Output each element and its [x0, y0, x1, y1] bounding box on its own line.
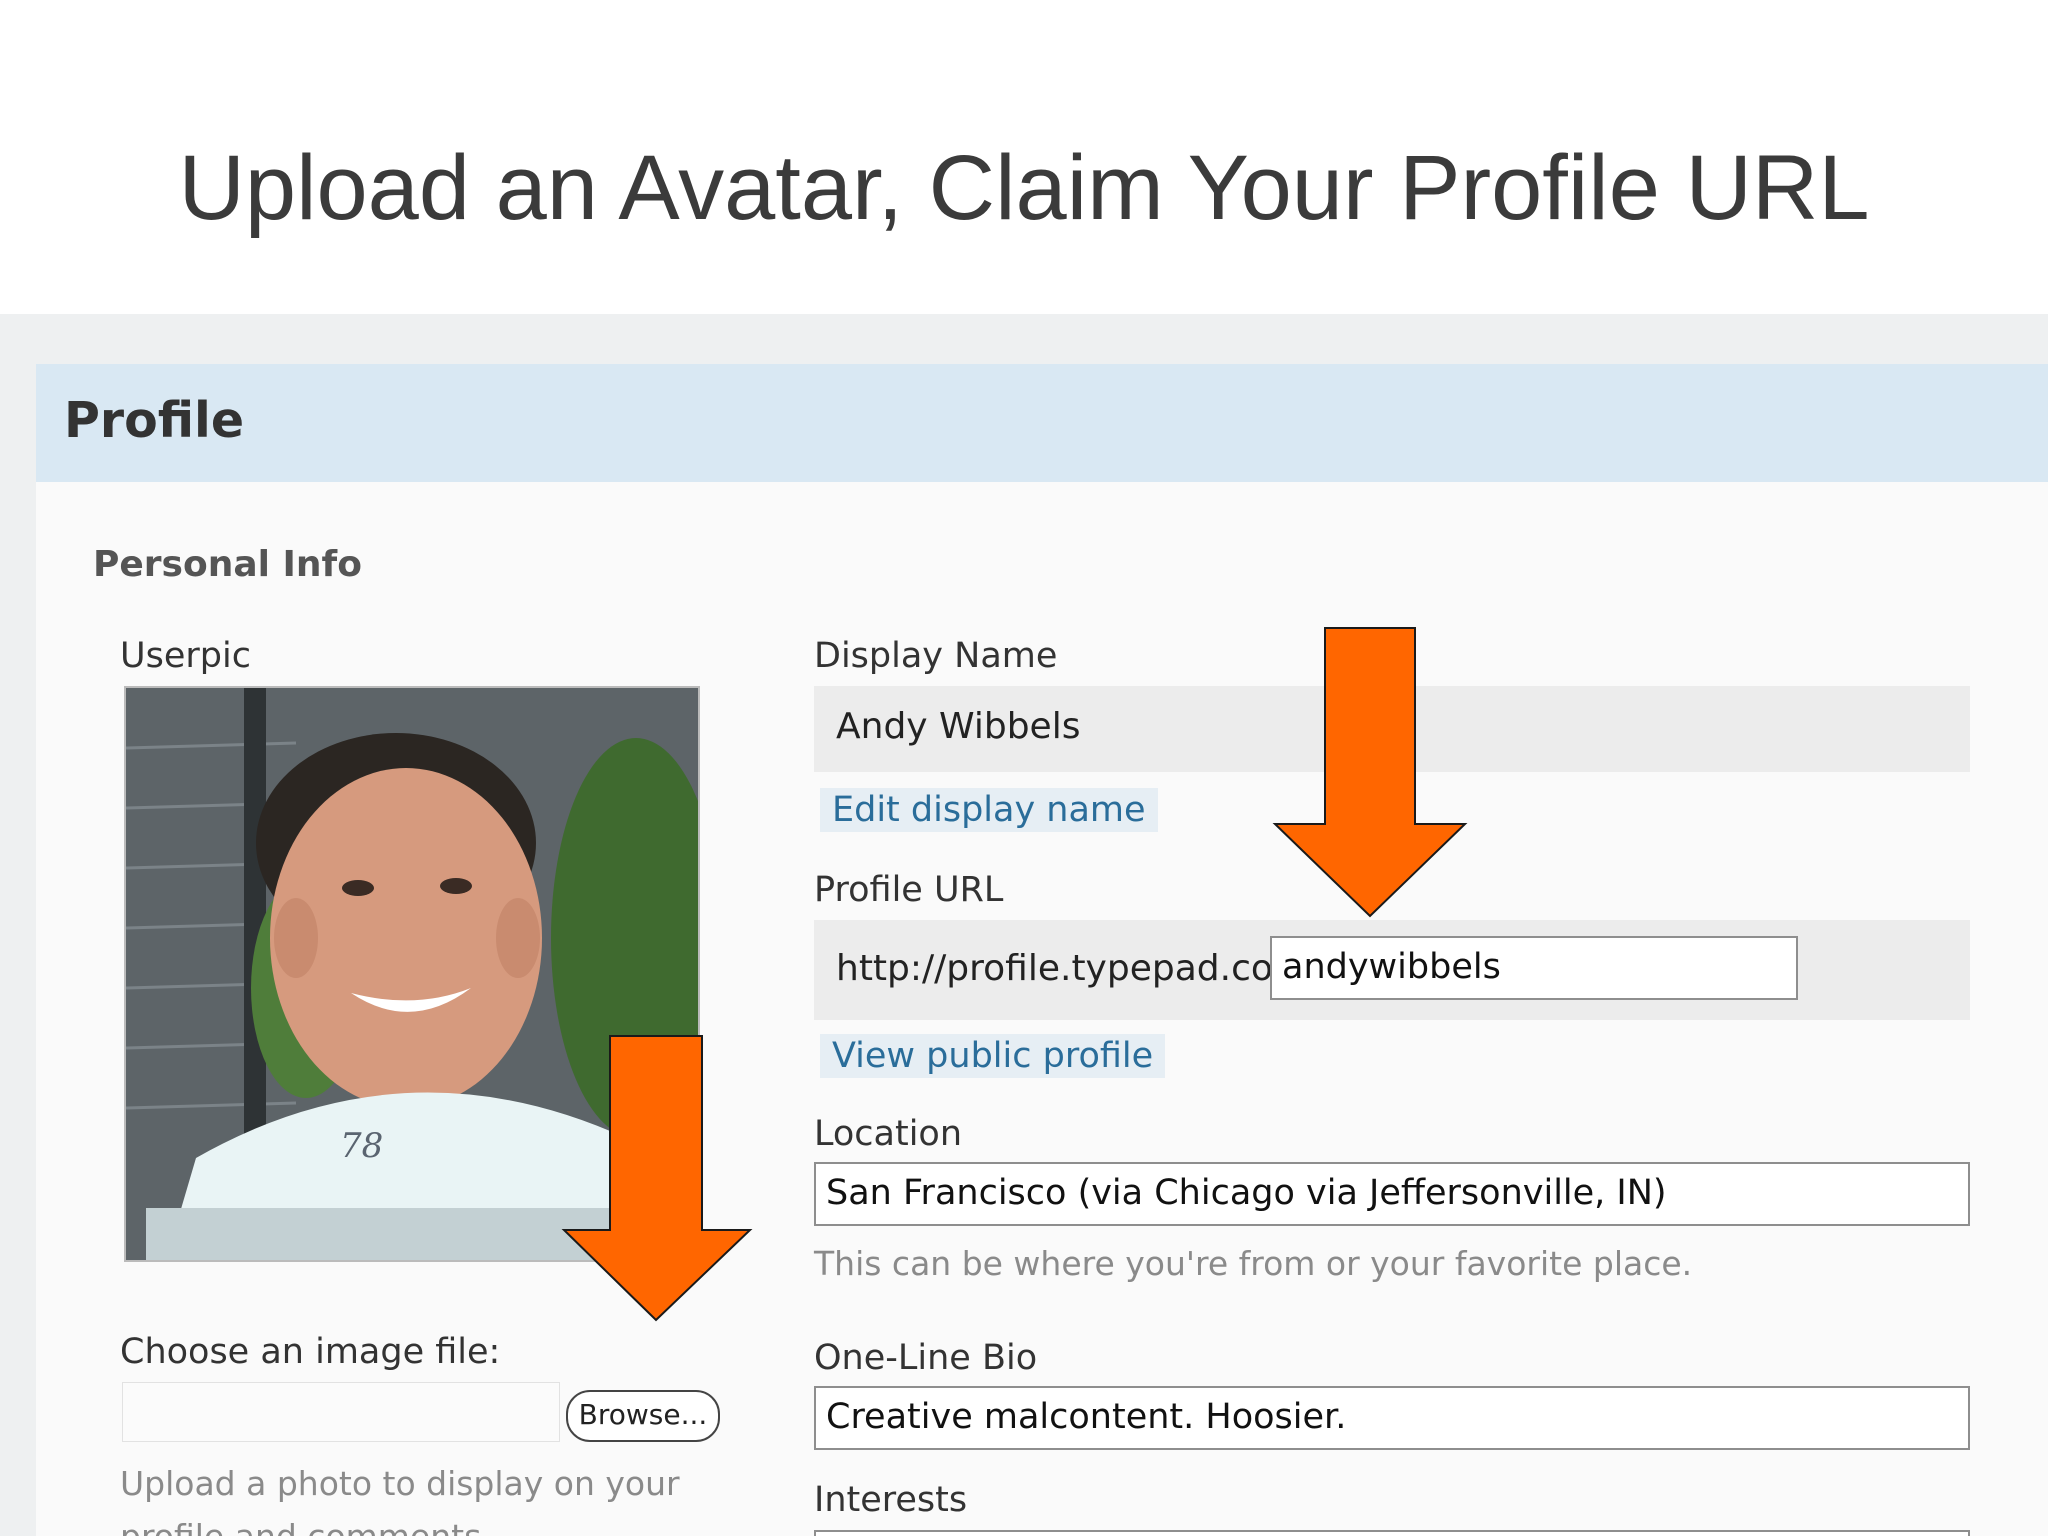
interests-label: Interests: [814, 1480, 968, 1520]
slide-title: Upload an Avatar, Claim Your Profile URL: [178, 137, 1870, 239]
edit-display-name-link[interactable]: Edit display name: [820, 788, 1158, 832]
image-file-input[interactable]: [122, 1382, 560, 1442]
browse-button[interactable]: Browse...: [566, 1390, 720, 1442]
profile-url-prefix: http://profile.typepad.com/: [836, 948, 1321, 989]
choose-image-label: Choose an image file:: [120, 1332, 501, 1372]
arrow-down-icon-profile-url: [1272, 627, 1468, 918]
profile-url-input[interactable]: andywibbels: [1270, 936, 1798, 1000]
bio-label: One-Line Bio: [814, 1338, 1038, 1378]
profile-url-label: Profile URL: [814, 870, 1004, 910]
section-title-personal-info: Personal Info: [93, 544, 362, 585]
userpic-label: Userpic: [120, 636, 251, 676]
userpic-help-line-1: Upload a photo to display on your: [120, 1464, 680, 1503]
display-name-label: Display Name: [814, 636, 1058, 676]
location-input[interactable]: San Francisco (via Chicago via Jefferson…: [814, 1162, 1970, 1226]
bio-input[interactable]: Creative malcontent. Hoosier.: [814, 1386, 1970, 1450]
interests-input[interactable]: [814, 1530, 1970, 1536]
shirt-print: 78: [340, 1126, 384, 1166]
location-help: This can be where you're from or your fa…: [814, 1244, 1693, 1283]
arrow-down-icon-browse: [561, 1035, 753, 1322]
display-name-value: Andy Wibbels: [836, 706, 1081, 747]
panel-header: Profile: [36, 364, 2048, 482]
profile-url-box: http://profile.typepad.com/ andywibbels: [814, 920, 1970, 1020]
userpic-help-line-2: profile and comments.: [120, 1517, 492, 1536]
location-label: Location: [814, 1114, 963, 1154]
panel-title: Profile: [64, 392, 245, 449]
view-public-profile-link[interactable]: View public profile: [820, 1034, 1166, 1078]
profile-screenshot: Profile Personal Info Userpic 78 Choose …: [0, 314, 2048, 1536]
profile-panel: Profile Personal Info Userpic 78 Choose …: [36, 364, 2048, 1536]
